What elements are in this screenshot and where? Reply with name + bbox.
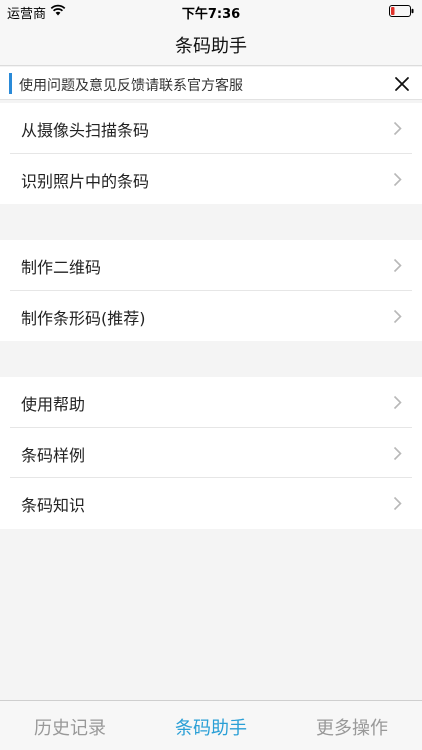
tab-bar: 历史记录 条码助手 更多操作 [0,700,422,750]
status-bar: 运营商 下午7:36 [0,0,422,22]
menu-item-recognize-photo[interactable]: 识别照片中的条码 [0,154,422,205]
chevron-right-icon [393,172,402,186]
feedback-notice: 使用问题及意见反馈请联系官方客服 [0,67,422,100]
tab-history[interactable]: 历史记录 [0,714,140,740]
menu-item-create-barcode[interactable]: 制作条形码(推荐) [0,291,422,342]
chevron-right-icon [393,121,402,136]
menu-item-scan-camera[interactable]: 从摄像头扫描条码 [0,103,422,154]
chevron-right-icon [393,395,402,410]
menu-item-label: 从摄像头扫描条码 [21,121,150,140]
menu-item-label: 制作条形码(推荐) [21,308,146,328]
chevron-right-icon [393,496,402,511]
battery-icon [389,5,414,17]
menu-item-label: 条码样例 [21,445,86,465]
notice-text: 使用问题及意见反馈请联系官方客服 [19,78,243,94]
menu-item-knowledge[interactable]: 条码知识 [0,478,422,529]
menu-item-help[interactable]: 使用帮助 [0,377,422,428]
chevron-right-icon [393,309,402,323]
menu-item-create-qrcode[interactable]: 制作二维码 [0,240,422,291]
page-title: 条码助手 [175,36,247,57]
menu-item-label: 制作二维码 [21,258,102,277]
menu-item-label: 条码知识 [21,496,86,515]
create-menu-group: 制作二维码 制作条形码(推荐) [0,240,422,341]
close-icon[interactable] [392,74,412,94]
navigation-bar: 条码助手 [0,22,422,66]
help-menu-group: 使用帮助 条码样例 条码知识 [0,377,422,529]
chevron-right-icon [393,258,402,273]
chevron-right-icon [393,446,402,460]
tab-barcode-assistant[interactable]: 条码助手 [141,714,281,740]
tab-more-actions[interactable]: 更多操作 [282,714,422,740]
menu-item-samples[interactable]: 条码样例 [0,428,422,478]
menu-item-label: 识别照片中的条码 [21,171,150,191]
menu-item-label: 使用帮助 [21,395,86,414]
clock-time: 下午7:36 [181,7,241,22]
notice-accent-bar [9,73,12,94]
scan-menu-group: 从摄像头扫描条码 识别照片中的条码 [0,103,422,204]
